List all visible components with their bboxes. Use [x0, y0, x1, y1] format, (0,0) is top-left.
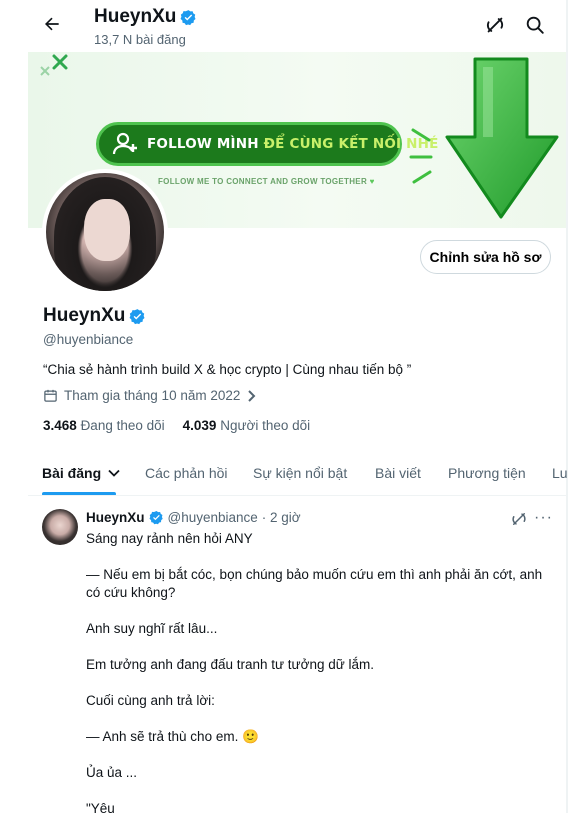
banner-subline: FOLLOW ME TO CONNECT AND GROW TOGETHER ♥ [158, 177, 375, 186]
profile-avatar[interactable] [42, 169, 168, 295]
calendar-icon [44, 389, 57, 402]
post-line-gap [86, 674, 546, 692]
post-line: Sáng nay rảnh nên hỏi ANY [86, 531, 253, 546]
verified-badge-icon [129, 308, 145, 324]
post-line-gap [86, 782, 546, 800]
verified-badge-icon [180, 9, 196, 25]
speed-lines-decor [409, 128, 433, 184]
tab-posts-label: Bài đăng [42, 465, 102, 481]
followers-count: 4.039 [182, 418, 217, 433]
avatar-face [84, 199, 130, 261]
joined-text: Tham gia tháng 10 năm 2022 [64, 388, 241, 403]
post-line: "Yêu [86, 801, 115, 813]
profile-name: HueynXu [43, 305, 146, 327]
sparkle-icon [50, 52, 70, 72]
profile-tabs: Bài đăng Các phản hồi Sự kiện nổi bật Bà… [28, 450, 567, 496]
post-line: Em tưởng anh đang đấu tranh tư tưởng dữ … [86, 657, 375, 672]
banner-headline: FOLLOW MÌNH ĐỂ CÙNG KẾT NỐI NHÉ [147, 136, 439, 152]
edit-profile-button[interactable]: Chỉnh sửa hồ sơ [420, 240, 551, 274]
down-arrow-graphic [445, 57, 559, 219]
following-count: 3.468 [43, 418, 77, 433]
chevron-down-icon [108, 469, 120, 477]
post-avatar[interactable] [42, 509, 78, 545]
decor-icon [40, 66, 50, 76]
tab-replies[interactable]: Các phản hồi [145, 450, 228, 495]
profile-bio: “Chia sẻ hành trình build X & học crypto… [43, 362, 412, 377]
header-name: HueynXu [94, 6, 177, 27]
joined-date: Tham gia tháng 10 năm 2022 [43, 388, 258, 403]
profile-handle: @huyenbiance [43, 332, 134, 347]
column-divider [567, 0, 568, 813]
post-line: Cuối cùng anh trả lời: [86, 693, 215, 708]
tab-articles[interactable]: Bài viết [375, 450, 421, 495]
add-user-icon [111, 130, 139, 158]
more-options-icon[interactable]: ··· [534, 509, 553, 527]
post-line-gap [86, 710, 546, 728]
chevron-right-icon[interactable] [246, 389, 258, 403]
post[interactable]: HueynXu @huyenbiance · 2 giờ ··· Sáng na… [28, 497, 567, 813]
post-line-gap [86, 548, 546, 566]
tab-likes[interactable]: Lu [552, 450, 567, 495]
following-label: Đang theo dõi [80, 418, 165, 433]
post-author[interactable]: HueynXu [86, 510, 145, 525]
active-tab-indicator [42, 492, 116, 495]
grok-icon[interactable] [510, 510, 528, 528]
banner-headline-part1: FOLLOW MÌNH [147, 136, 264, 152]
post-line-gap [86, 638, 546, 656]
followers-link[interactable]: 4.039 Người theo dõi [183, 418, 311, 433]
post-line: — Anh sẽ trả thù cho em. 🙂 [86, 729, 259, 744]
top-bar: HueynXu 13,7 N bài đăng [0, 0, 575, 52]
post-header: HueynXu @huyenbiance · 2 giờ [86, 510, 301, 525]
tab-highlights[interactable]: Sự kiện nổi bật [253, 450, 347, 495]
header-title: HueynXu [94, 6, 197, 28]
banner-follow-pill: FOLLOW MÌNH ĐỂ CÙNG KẾT NỐI NHÉ [96, 122, 438, 166]
arrow-left-icon[interactable] [38, 10, 66, 38]
post-handle[interactable]: @huyenbiance [168, 510, 258, 525]
post-line: Anh suy nghĩ rất lâu... [86, 621, 218, 636]
post-line: — Nếu em bị bắt cóc, bọn chúng bảo muốn … [86, 567, 543, 600]
post-time[interactable]: · 2 giờ [262, 510, 301, 525]
tab-media[interactable]: Phương tiện [448, 450, 526, 495]
grok-icon[interactable] [484, 14, 506, 36]
followers-label: Người theo dõi [220, 418, 311, 433]
post-text: Sáng nay rảnh nên hỏi ANY — Nếu em bị bắ… [86, 530, 546, 813]
search-icon[interactable] [524, 14, 546, 36]
post-line-gap [86, 602, 546, 620]
following-link[interactable]: 3.468 Đang theo dõi [43, 418, 165, 433]
post-line: Ủa ủa ... [86, 765, 138, 780]
banner-subline-text: FOLLOW ME TO CONNECT AND GROW TOGETHER [158, 177, 368, 186]
post-line-gap [86, 746, 546, 764]
tab-posts[interactable]: Bài đăng [42, 450, 121, 495]
follow-stats: 3.468 Đang theo dõi 4.039 Người theo dõi [43, 418, 310, 433]
post-count: 13,7 N bài đăng [94, 32, 186, 47]
display-name: HueynXu [43, 305, 126, 326]
verified-badge-icon [149, 510, 163, 525]
